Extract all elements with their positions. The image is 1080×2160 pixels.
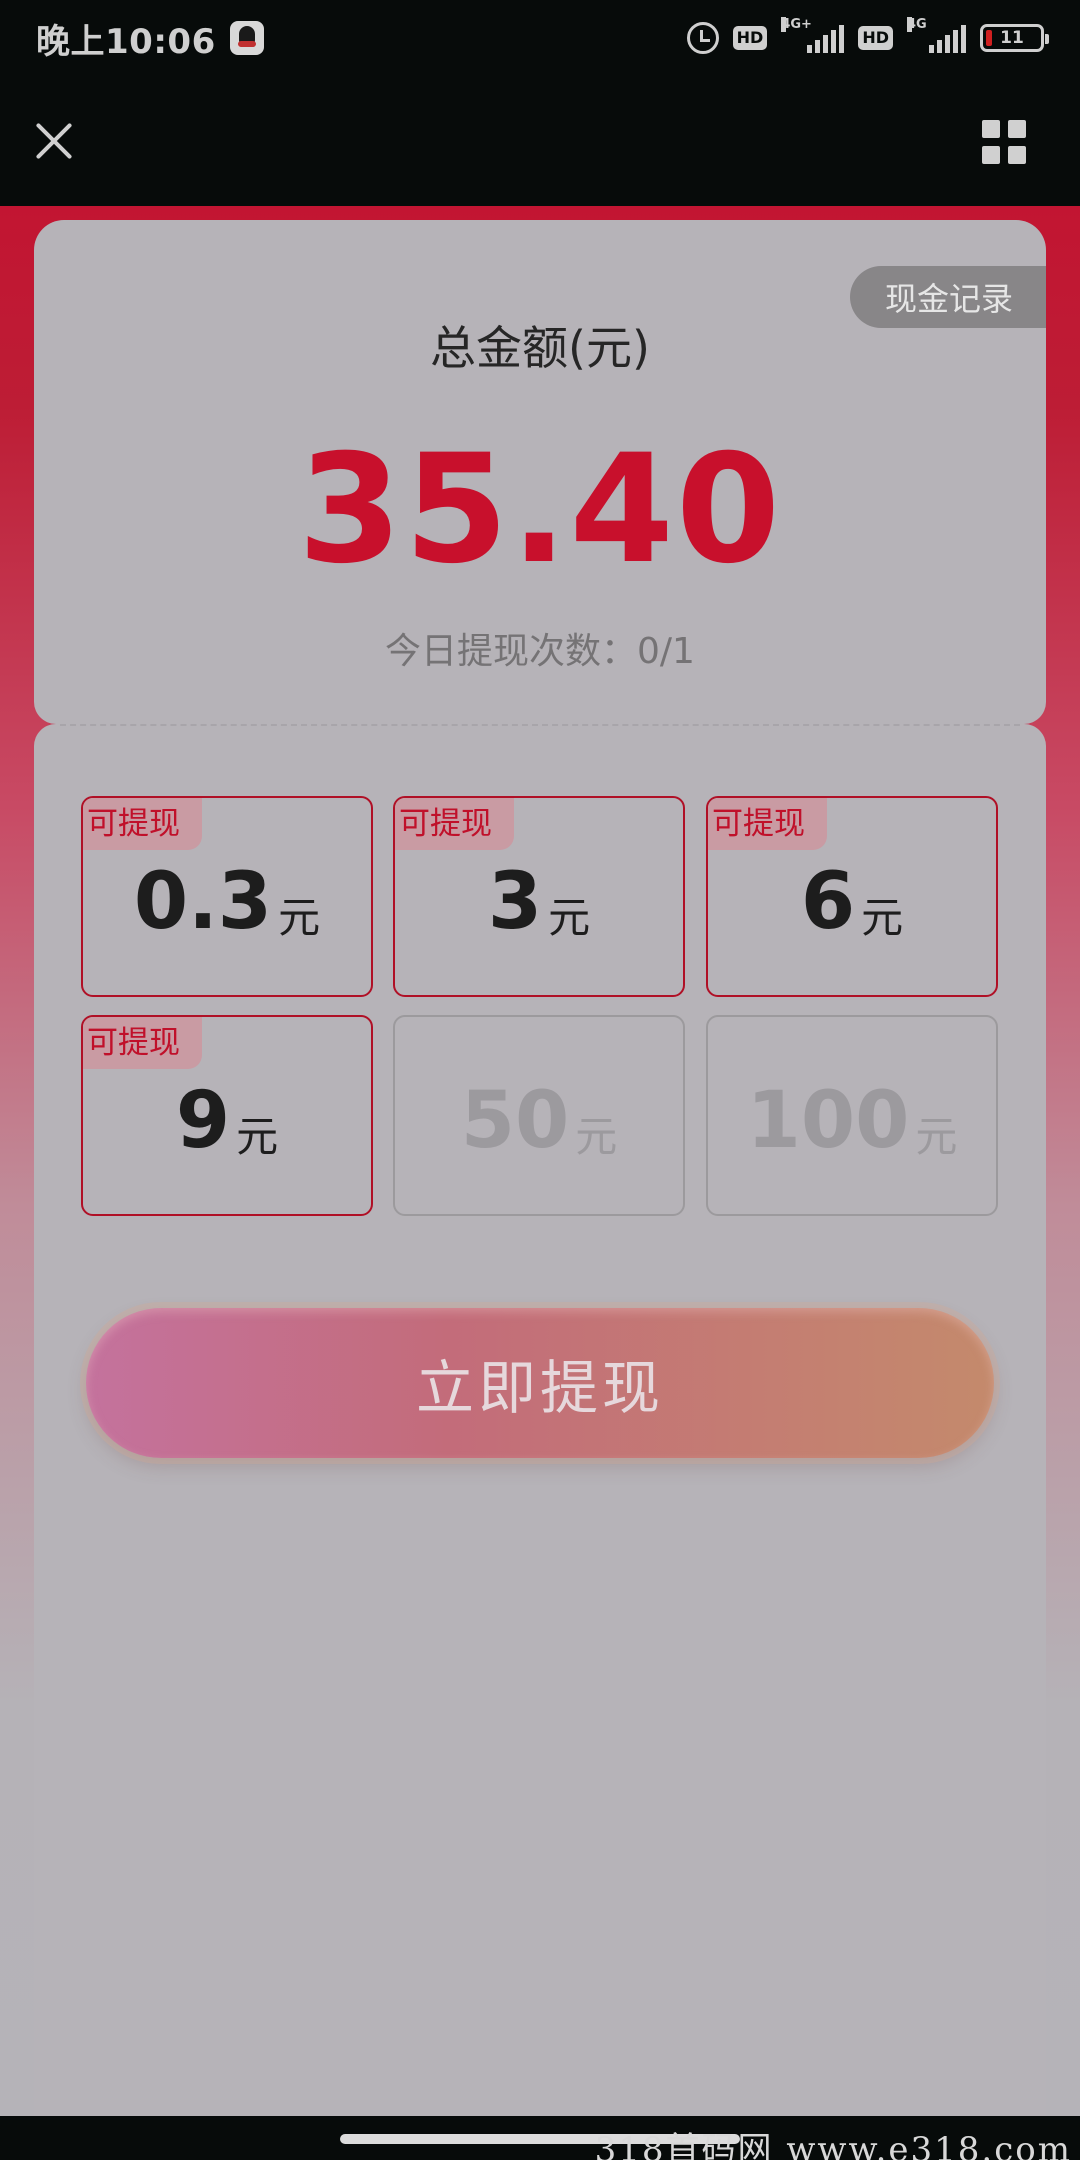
main-content: 现金记录 总金额(元) 35.40 今日提现次数：0/1 可提现 0.3 元 可… <box>0 206 1080 2116</box>
total-amount-value: 35.40 <box>297 423 783 597</box>
option-value: 9 <box>175 1075 231 1166</box>
close-icon[interactable] <box>34 121 74 161</box>
total-amount-label: 总金额(元) <box>430 321 650 375</box>
watermark-text: 318首码网 www.e318.com <box>594 2130 1072 2160</box>
card-divider <box>60 724 1020 726</box>
option-unit: 元 <box>861 893 904 942</box>
withdraw-option-100[interactable]: 100 元 <box>706 1015 998 1216</box>
balance-card: 现金记录 总金额(元) 35.40 今日提现次数：0/1 <box>34 220 1046 724</box>
withdraw-now-button[interactable]: 立即提现 <box>86 1308 994 1458</box>
option-unit: 元 <box>278 893 321 942</box>
available-tag: 可提现 <box>83 1017 202 1069</box>
withdraw-option-0-3[interactable]: 可提现 0.3 元 <box>81 796 373 997</box>
option-unit: 元 <box>915 1112 958 1161</box>
withdraw-option-9[interactable]: 可提现 9 元 <box>81 1015 373 1216</box>
network-type-2: 4G <box>907 17 927 32</box>
option-value: 50 <box>460 1075 570 1166</box>
qq-notification-icon <box>229 21 264 55</box>
title-bar <box>0 76 1080 206</box>
option-value: 6 <box>800 856 856 947</box>
grid-menu-icon[interactable] <box>982 120 1026 164</box>
hd-badge-2: HD <box>858 26 893 50</box>
status-time: 晚上10:06 <box>36 21 216 62</box>
signal-icon-2: 4G <box>907 17 966 53</box>
available-tag: 可提现 <box>395 798 514 850</box>
option-unit: 元 <box>575 1112 618 1161</box>
option-value: 3 <box>487 856 543 947</box>
withdraw-count-text: 今日提现次数：0/1 <box>385 631 695 672</box>
navigation-bar: 318首码网 www.e318.com <box>0 2116 1080 2160</box>
hd-badge-1: HD <box>732 26 768 50</box>
status-icons: HD 4G+ HD 4G 11 <box>686 17 1049 54</box>
alarm-icon <box>686 22 719 54</box>
signal-icon-1: 4G+ <box>781 17 845 53</box>
option-unit: 元 <box>236 1112 279 1161</box>
option-unit: 元 <box>548 893 591 942</box>
withdraw-option-3[interactable]: 可提现 3 元 <box>393 796 685 997</box>
available-tag: 可提现 <box>83 798 202 850</box>
option-value: 0.3 <box>133 856 273 947</box>
withdraw-option-50[interactable]: 50 元 <box>393 1015 685 1216</box>
battery-level: 11 <box>1000 28 1024 48</box>
status-bar: 晚上10:06 HD 4G+ HD 4G 11 <box>0 0 1080 76</box>
withdraw-option-6[interactable]: 可提现 6 元 <box>706 796 998 997</box>
available-tag: 可提现 <box>708 798 827 850</box>
option-value: 100 <box>746 1075 910 1166</box>
battery-icon: 11 <box>980 24 1049 52</box>
network-type-1: 4G+ <box>781 17 812 32</box>
